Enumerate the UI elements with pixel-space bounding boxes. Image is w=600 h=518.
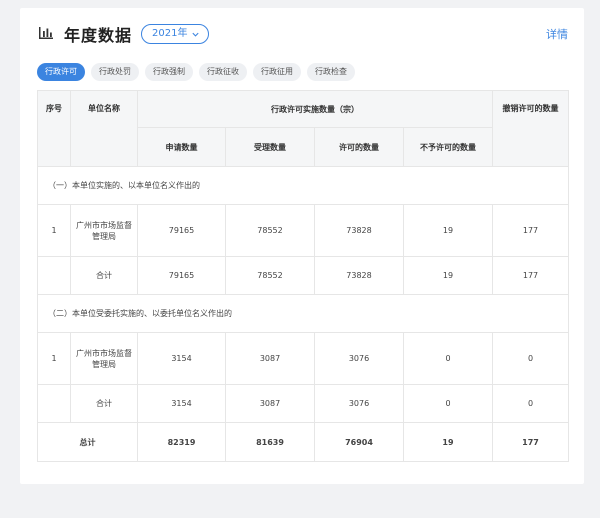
license-table: 序号 单位名称 行政许可实施数量（宗） 撤销许可的数量 申请数量 受理数量 许可… xyxy=(37,90,569,462)
cell-deny: 0 xyxy=(403,332,493,385)
year-select-value: 2021年 xyxy=(152,28,188,39)
detail-link[interactable]: 详情 xyxy=(546,26,568,42)
table-row: 1 广州市市场监督管理局 79165 78552 73828 19 177 xyxy=(37,204,569,257)
annual-data-card: 年度数据 2021年 详情 行政许可 行政处罚 行政强制 行政征收 行政征用 行… xyxy=(20,8,584,484)
col-header-revoked: 撤销许可的数量 xyxy=(492,90,569,167)
cell-apply: 3154 xyxy=(137,332,226,385)
cell-revoke: 177 xyxy=(492,256,569,295)
cell-index xyxy=(37,384,71,423)
cell-permit: 3076 xyxy=(314,384,404,423)
cell-apply: 3154 xyxy=(137,384,226,423)
tab-admin-license[interactable]: 行政许可 xyxy=(37,63,85,81)
cell-permit: 73828 xyxy=(314,256,404,295)
cell-subtotal-label: 合计 xyxy=(70,256,138,295)
cell-apply: 79165 xyxy=(137,256,226,295)
cell-deny: 0 xyxy=(403,384,493,423)
cell-deny: 19 xyxy=(403,204,493,257)
bar-chart-icon xyxy=(39,27,53,39)
cell-deny: 19 xyxy=(403,422,493,462)
col-header-unit: 单位名称 xyxy=(70,90,138,167)
tab-admin-penalty[interactable]: 行政处罚 xyxy=(91,63,139,81)
cell-apply: 82319 xyxy=(137,422,226,462)
tab-admin-levy[interactable]: 行政征收 xyxy=(199,63,247,81)
cell-accept: 78552 xyxy=(225,256,315,295)
cell-revoke: 0 xyxy=(492,384,569,423)
license-table-container: 序号 单位名称 行政许可实施数量（宗） 撤销许可的数量 申请数量 受理数量 许可… xyxy=(37,90,569,462)
section-row: （一）本单位实施的、以本单位名义作出的 xyxy=(37,166,569,205)
cell-accept: 81639 xyxy=(225,422,315,462)
col-header-deny: 不予许可的数量 xyxy=(403,127,493,167)
page-title: 年度数据 xyxy=(64,26,133,45)
table-row: 1 广州市市场监督管理局 3154 3087 3076 0 0 xyxy=(37,332,569,385)
cell-index xyxy=(37,256,71,295)
cell-revoke: 177 xyxy=(492,204,569,257)
cell-subtotal-label: 合计 xyxy=(70,384,138,423)
col-header-accept: 受理数量 xyxy=(225,127,315,167)
subtotal-row: 合计 3154 3087 3076 0 0 xyxy=(37,384,569,423)
total-row: 总计 82319 81639 76904 19 177 xyxy=(37,422,569,462)
cell-index: 1 xyxy=(37,204,71,257)
cell-accept: 78552 xyxy=(225,204,315,257)
col-header-group: 行政许可实施数量（宗） xyxy=(137,90,493,128)
cell-unit: 广州市市场监督管理局 xyxy=(70,204,138,257)
col-header-permit: 许可的数量 xyxy=(314,127,404,167)
cell-accept: 3087 xyxy=(225,384,315,423)
table-header-row: 序号 单位名称 行政许可实施数量（宗） 撤销许可的数量 xyxy=(37,90,569,167)
cell-revoke: 0 xyxy=(492,332,569,385)
cell-index: 1 xyxy=(37,332,71,385)
tab-admin-inspection[interactable]: 行政检查 xyxy=(307,63,355,81)
cell-accept: 3087 xyxy=(225,332,315,385)
cell-revoke: 177 xyxy=(492,422,569,462)
col-header-index: 序号 xyxy=(37,90,71,167)
year-select[interactable]: 2021年 xyxy=(141,24,210,44)
col-header-apply: 申请数量 xyxy=(137,127,226,167)
cell-unit: 广州市市场监督管理局 xyxy=(70,332,138,385)
cell-permit: 3076 xyxy=(314,332,404,385)
tab-admin-enforcement[interactable]: 行政强制 xyxy=(145,63,193,81)
cell-permit: 73828 xyxy=(314,204,404,257)
card-header: 年度数据 2021年 详情 xyxy=(20,8,584,58)
subtotal-row: 合计 79165 78552 73828 19 177 xyxy=(37,256,569,295)
section-title: （二）本单位受委托实施的、以委托单位名义作出的 xyxy=(37,294,569,333)
chevron-down-icon xyxy=(192,32,200,37)
category-tabs: 行政许可 行政处罚 行政强制 行政征收 行政征用 行政检查 xyxy=(37,63,355,81)
cell-total-label: 总计 xyxy=(37,422,138,462)
tab-admin-requisition[interactable]: 行政征用 xyxy=(253,63,301,81)
section-title: （一）本单位实施的、以本单位名义作出的 xyxy=(37,166,569,205)
section-row: （二）本单位受委托实施的、以委托单位名义作出的 xyxy=(37,294,569,333)
cell-apply: 79165 xyxy=(137,204,226,257)
cell-deny: 19 xyxy=(403,256,493,295)
cell-permit: 76904 xyxy=(314,422,404,462)
